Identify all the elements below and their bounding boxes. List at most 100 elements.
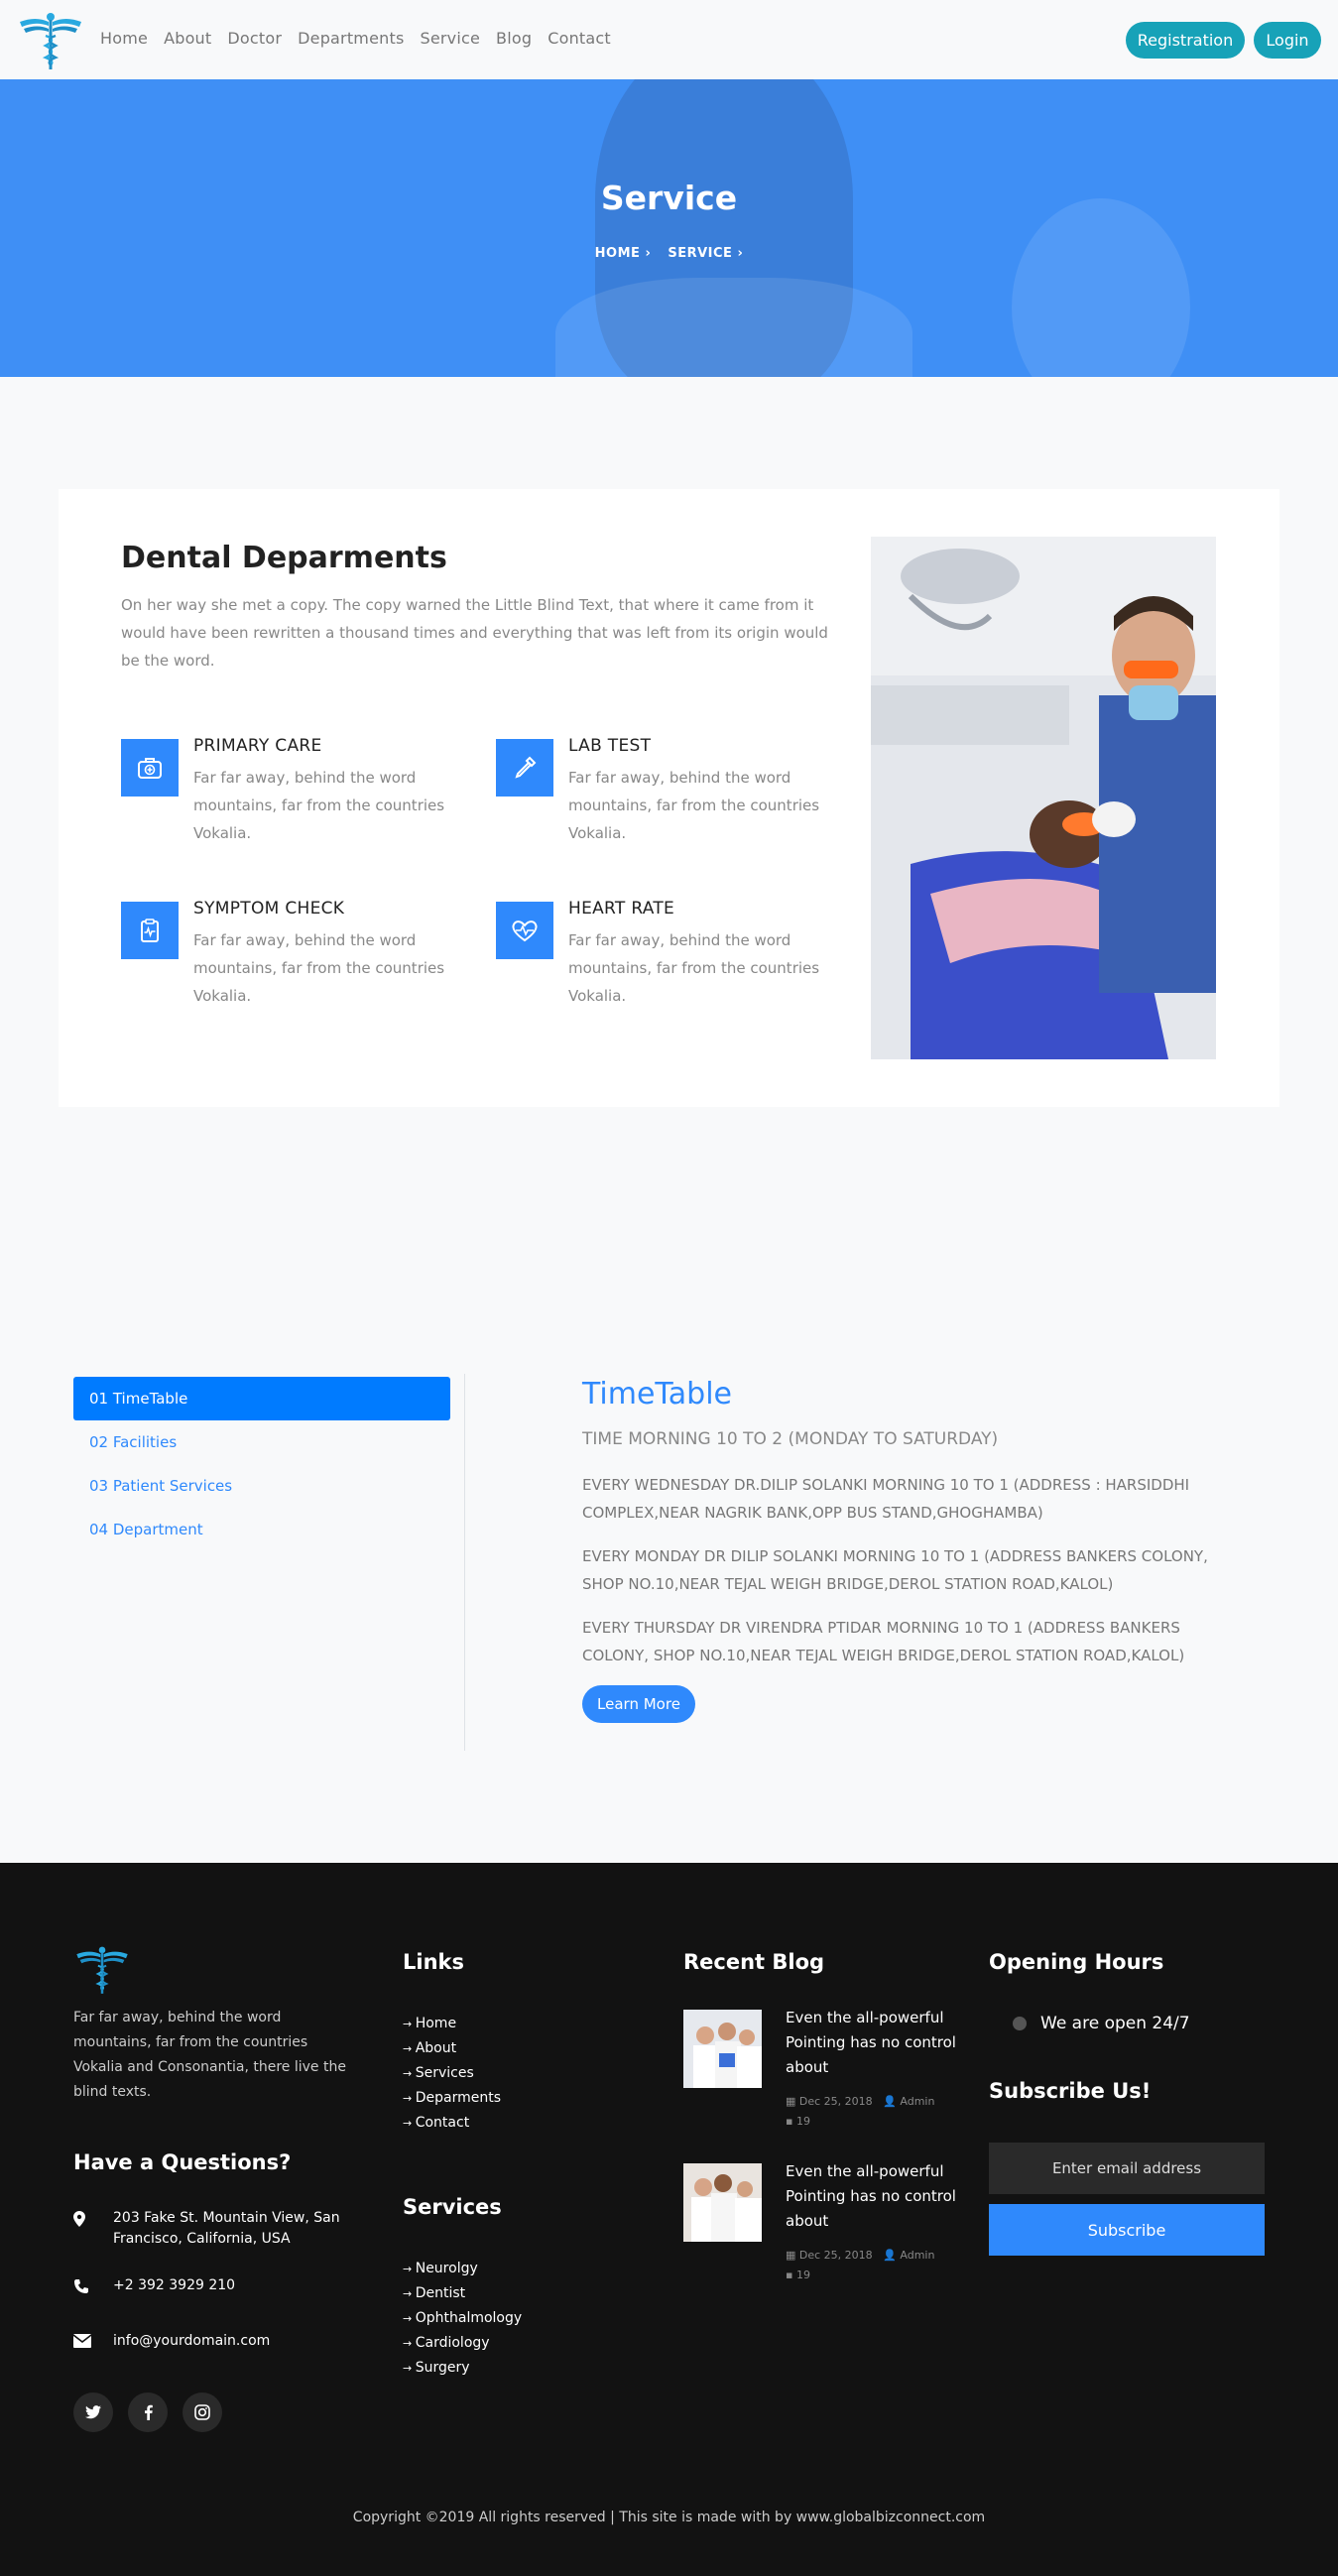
user-icon: 👤: [883, 2249, 901, 2262]
blog-title[interactable]: Even the all-powerful Pointing has no co…: [786, 2006, 964, 2080]
footer-service-ophthalmology[interactable]: Ophthalmology: [403, 2306, 601, 2331]
footer-address-text: 203 Fake St. Mountain View, San Francisc…: [113, 2210, 340, 2247]
footer-email-text[interactable]: info@yourdomain.com: [113, 2331, 270, 2355]
comment-icon: ▪: [786, 2269, 796, 2281]
footer-link-home[interactable]: Home: [403, 2012, 601, 2036]
footer-contact: Have a Questions? 203 Fake St. Mountain …: [72, 2150, 371, 2355]
caduceus-logo-icon[interactable]: [16, 8, 85, 71]
blog-thumbnail[interactable]: [683, 2163, 762, 2242]
dental-departments-card: Dental Deparments On her way she met a c…: [59, 489, 1279, 1107]
tab-department[interactable]: 04 Department: [73, 1508, 450, 1551]
tab-patient-services[interactable]: 03 Patient Services: [73, 1464, 450, 1508]
footer-service-cardiology[interactable]: Cardiology: [403, 2331, 601, 2356]
hero-patient-image: [1012, 198, 1190, 377]
tab-facilities[interactable]: 02 Facilities: [73, 1420, 450, 1464]
comment-icon: ▪: [786, 2115, 796, 2128]
blog-meta: ▦ Dec 25, 2018 👤 Admin: [786, 2095, 934, 2108]
timetable-title: TimeTable: [582, 1377, 732, 1411]
footer-link-about[interactable]: About: [403, 2036, 601, 2061]
blog-item[interactable]: Even the all-powerful Pointing has no co…: [683, 2162, 971, 2317]
blog-comments: ▪ 19: [786, 2269, 810, 2281]
feature-text: Far far away, behind the word mountains,…: [568, 769, 820, 842]
nav-departments-link[interactable]: Departments: [298, 29, 404, 48]
footer-phone-text[interactable]: +2 392 3929 210: [113, 2275, 235, 2301]
social-links: [73, 2392, 222, 2432]
navbar: Home About Doctor Departments Service Bl…: [0, 0, 1338, 79]
instagram-icon[interactable]: [182, 2392, 222, 2432]
blog-comment-count[interactable]: 19: [796, 2115, 810, 2128]
footer-subscribe-title: Subscribe Us!: [989, 2079, 1152, 2103]
dropper-icon: [496, 739, 553, 797]
footer-about-text: Far far away, behind the word mountains,…: [73, 2010, 346, 2100]
login-button[interactable]: Login: [1254, 22, 1321, 59]
registration-button[interactable]: Registration: [1126, 22, 1245, 59]
footer-link-contact[interactable]: Contact: [403, 2111, 601, 2136]
copyright: Copyright ©2019 All rights reserved | Th…: [352, 2510, 986, 2525]
learn-more-button[interactable]: Learn More: [582, 1685, 695, 1723]
facebook-icon[interactable]: [128, 2392, 168, 2432]
footer-hours-title: Opening Hours: [989, 1950, 1164, 1974]
schedule-tabs: 01 TimeTable 02 Facilities 03 Patient Se…: [73, 1377, 450, 1551]
feature-text: Far far away, behind the word mountains,…: [193, 931, 445, 1005]
footer-link-services[interactable]: Services: [403, 2061, 601, 2086]
footer-service-surgery[interactable]: Surgery: [403, 2356, 601, 2381]
section-title: Dental Deparments: [121, 541, 447, 575]
footer-recent-blog: Recent Blog Even the all-powerful Pointi…: [683, 1950, 971, 2317]
blog-item[interactable]: Even the all-powerful Pointing has no co…: [683, 2009, 971, 2163]
heart-rate-icon: [496, 902, 553, 959]
timetable-entry: EVERY WEDNESDAY DR.DILIP SOLANKI MORNING…: [582, 1476, 1190, 1522]
phone-icon: [73, 2275, 113, 2301]
footer-address: 203 Fake St. Mountain View, San Francisc…: [73, 2208, 371, 2250]
footer-email: info@yourdomain.com: [72, 2331, 371, 2355]
feature-title: HEART RATE: [568, 899, 675, 919]
clipboard-icon: [121, 902, 179, 959]
footer: Far far away, behind the word mountains,…: [0, 1863, 1338, 2576]
tab-divider: [464, 1374, 465, 1751]
calendar-icon: ▦: [786, 2249, 799, 2262]
user-icon: 👤: [883, 2095, 901, 2108]
timetable-entry: EVERY THURSDAY DR VIRENDRA PTIDAR MORNIN…: [582, 1619, 1185, 1664]
hero-banner: Service HOME › SERVICE ›: [0, 79, 1338, 377]
tab-timetable[interactable]: 01 TimeTable: [73, 1377, 450, 1420]
nav-home-link[interactable]: Home: [100, 29, 148, 48]
subscribe-button[interactable]: Subscribe: [989, 2204, 1265, 2256]
clock-icon: [1013, 2017, 1027, 2030]
page-title: Service: [600, 179, 738, 217]
nav-doctor-link[interactable]: Doctor: [227, 29, 282, 48]
blog-thumbnail[interactable]: [683, 2010, 762, 2088]
breadcrumb-home[interactable]: HOME ›: [595, 246, 652, 261]
twitter-icon[interactable]: [73, 2392, 113, 2432]
footer-blog-title: Recent Blog: [683, 1950, 825, 1974]
footer-link-departments[interactable]: Deparments: [403, 2086, 601, 2111]
blog-title[interactable]: Even the all-powerful Pointing has no co…: [786, 2159, 964, 2234]
feature-title: LAB TEST: [568, 736, 652, 756]
opening-hours-row: We are open 24/7: [989, 2014, 1267, 2033]
feature-title: SYMPTOM CHECK: [193, 899, 345, 919]
footer-opening-hours: Opening Hours We are open 24/7 Subscribe…: [989, 1950, 1267, 2256]
blog-date: Dec 25, 2018: [798, 2095, 873, 2108]
blog-comment-count[interactable]: 19: [796, 2269, 810, 2281]
footer-questions-title: Have a Questions?: [73, 2150, 292, 2174]
dentist-photo: [871, 537, 1216, 1059]
caduceus-logo-icon: [76, 1946, 128, 1994]
main-menu: Home About Doctor Departments Service Bl…: [100, 29, 627, 48]
blog-meta: ▦ Dec 25, 2018 👤 Admin: [786, 2249, 934, 2262]
nav-service-link[interactable]: Service: [420, 29, 480, 48]
subscribe-email-input[interactable]: Enter email address: [989, 2143, 1265, 2194]
envelope-icon: [72, 2331, 113, 2355]
nav-contact-link[interactable]: Contact: [547, 29, 611, 48]
opening-hours-text: We are open 24/7: [1040, 2014, 1190, 2033]
nav-blog-link[interactable]: Blog: [496, 29, 532, 48]
footer-services-title: Services: [403, 2195, 502, 2219]
blog-author[interactable]: Admin: [900, 2095, 934, 2108]
section-lead: On her way she met a copy. The copy warn…: [121, 596, 828, 670]
nav-about-link[interactable]: About: [164, 29, 211, 48]
footer-service-neurology[interactable]: Neurolgy: [403, 2257, 601, 2281]
map-marker-icon: [73, 2208, 113, 2250]
blog-author[interactable]: Admin: [900, 2249, 934, 2262]
footer-services: Services Neurolgy Dentist Ophthalmology …: [403, 2195, 601, 2381]
feature-title: PRIMARY CARE: [193, 736, 322, 756]
footer-service-dentist[interactable]: Dentist: [403, 2281, 601, 2306]
timetable-entry: EVERY MONDAY DR DILIP SOLANKI MORNING 10…: [582, 1547, 1208, 1593]
calendar-icon: ▦: [786, 2095, 799, 2108]
